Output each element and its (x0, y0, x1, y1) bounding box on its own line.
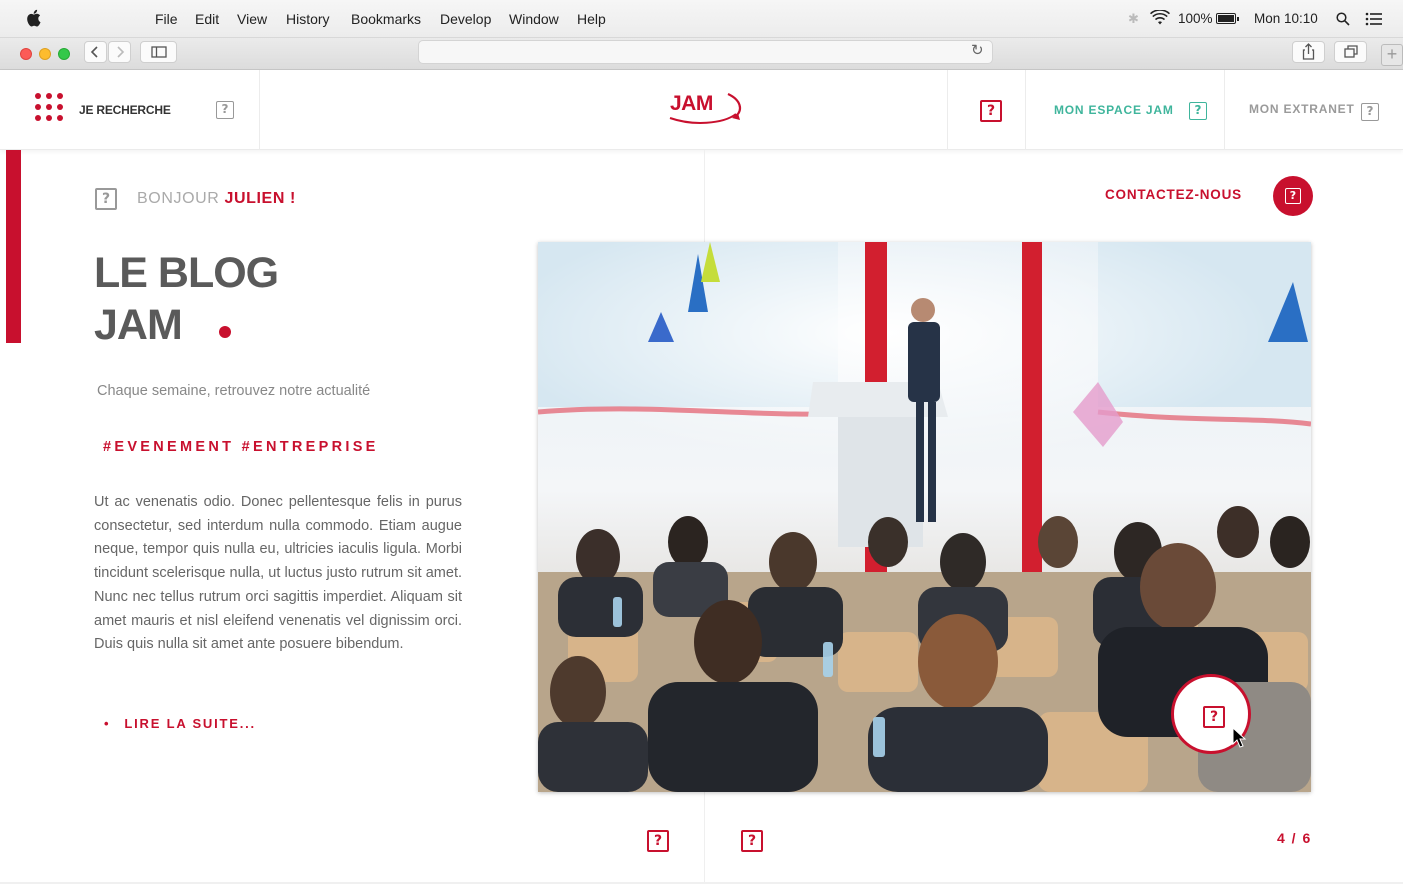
close-window-button[interactable] (20, 48, 32, 60)
menu-help[interactable]: Help (577, 11, 606, 27)
zoom-window-button[interactable] (58, 48, 70, 60)
jam-logo[interactable]: JAM (668, 90, 748, 130)
battery-icon[interactable] (1216, 13, 1239, 24)
browser-toolbar: ↻ + (0, 38, 1403, 70)
read-more-bullet: • (104, 716, 111, 731)
logo-swoosh-icon (669, 93, 742, 124)
wifi-icon[interactable] (1150, 10, 1170, 26)
menu-develop[interactable]: Develop (440, 11, 491, 27)
next-slide-icon[interactable]: ? (741, 830, 763, 852)
greeting-user-name: JULIEN ! (224, 190, 296, 207)
page-title: LE BLOG JAM (94, 247, 279, 351)
contact-icon: ? (1285, 188, 1301, 204)
menu-bookmarks[interactable]: Bookmarks (351, 11, 421, 27)
spotlight-icon[interactable] (1336, 12, 1350, 26)
chevron-right-icon (117, 46, 125, 58)
my-jam-space-link[interactable]: MON ESPACE JAM (1054, 103, 1174, 117)
bluetooth-icon[interactable]: ✱ (1128, 11, 1139, 27)
sidebar-toggle-button[interactable] (140, 41, 177, 63)
search-placeholder-icon[interactable]: ? (216, 101, 234, 119)
accent-bar (6, 150, 21, 343)
site-header: JE RECHERCHE ? JAM ? MON ESPACE JAM ? MO… (0, 70, 1403, 150)
image-action-icon: ? (1203, 706, 1225, 728)
tabs-overview-button[interactable] (1334, 41, 1367, 63)
page-title-line2: JAM (94, 301, 183, 349)
grid-menu-icon[interactable] (35, 93, 65, 123)
tabs-icon (1344, 45, 1358, 58)
sidebar-icon (151, 46, 167, 58)
previous-slide-icon[interactable]: ? (647, 830, 669, 852)
menu-window[interactable]: Window (509, 11, 559, 27)
my-extranet-icon[interactable]: ? (1361, 103, 1379, 121)
greeting-prefix: BONJOUR (137, 190, 220, 207)
share-icon (1302, 43, 1315, 60)
read-more-label: LIRE LA SUITE... (124, 716, 256, 731)
my-extranet-link[interactable]: MON EXTRANET (1249, 102, 1355, 116)
menu-history[interactable]: History (286, 11, 330, 27)
page-subtitle: Chaque semaine, retrouvez notre actualit… (97, 383, 371, 399)
back-button[interactable] (84, 41, 107, 63)
menu-view[interactable]: View (237, 11, 267, 27)
new-tab-button[interactable]: + (1381, 44, 1403, 66)
article-tags[interactable]: #EVENEMENT #ENTREPRISE (103, 439, 379, 455)
slide-counter: 4 / 6 (1277, 830, 1312, 846)
forward-button[interactable] (108, 41, 131, 63)
contact-us-button[interactable]: ? (1273, 176, 1313, 216)
mouse-cursor-icon (1232, 727, 1247, 748)
share-button[interactable] (1292, 41, 1325, 63)
battery-percent: 100% (1178, 11, 1213, 26)
article-excerpt: Ut ac venenatis odio. Donec pellentesque… (94, 494, 462, 653)
user-avatar-icon[interactable]: ? (95, 188, 117, 210)
address-bar[interactable] (418, 40, 993, 64)
menu-edit[interactable]: Edit (195, 11, 219, 27)
title-dot (219, 326, 231, 338)
clock[interactable]: Mon 10:10 (1254, 11, 1318, 26)
page-title-line1: LE BLOG (94, 249, 279, 297)
os-menubar: File Edit View History Bookmarks Develop… (0, 0, 1403, 38)
menu-file[interactable]: File (155, 11, 178, 27)
minimize-window-button[interactable] (39, 48, 51, 60)
greeting: BONJOUR JULIEN ! (137, 190, 296, 208)
header-help-icon[interactable]: ? (980, 100, 1002, 122)
reload-icon[interactable]: ↻ (971, 41, 984, 59)
apple-icon[interactable] (26, 9, 41, 27)
read-more-link[interactable]: • LIRE LA SUITE... (104, 716, 256, 731)
my-jam-space-icon[interactable]: ? (1189, 102, 1207, 120)
search-menu-label[interactable]: JE RECHERCHE (79, 103, 171, 117)
contact-us-link[interactable]: CONTACTEZ-NOUS (1105, 187, 1242, 202)
chevron-left-icon (90, 46, 98, 58)
notification-center-icon[interactable] (1365, 12, 1383, 26)
